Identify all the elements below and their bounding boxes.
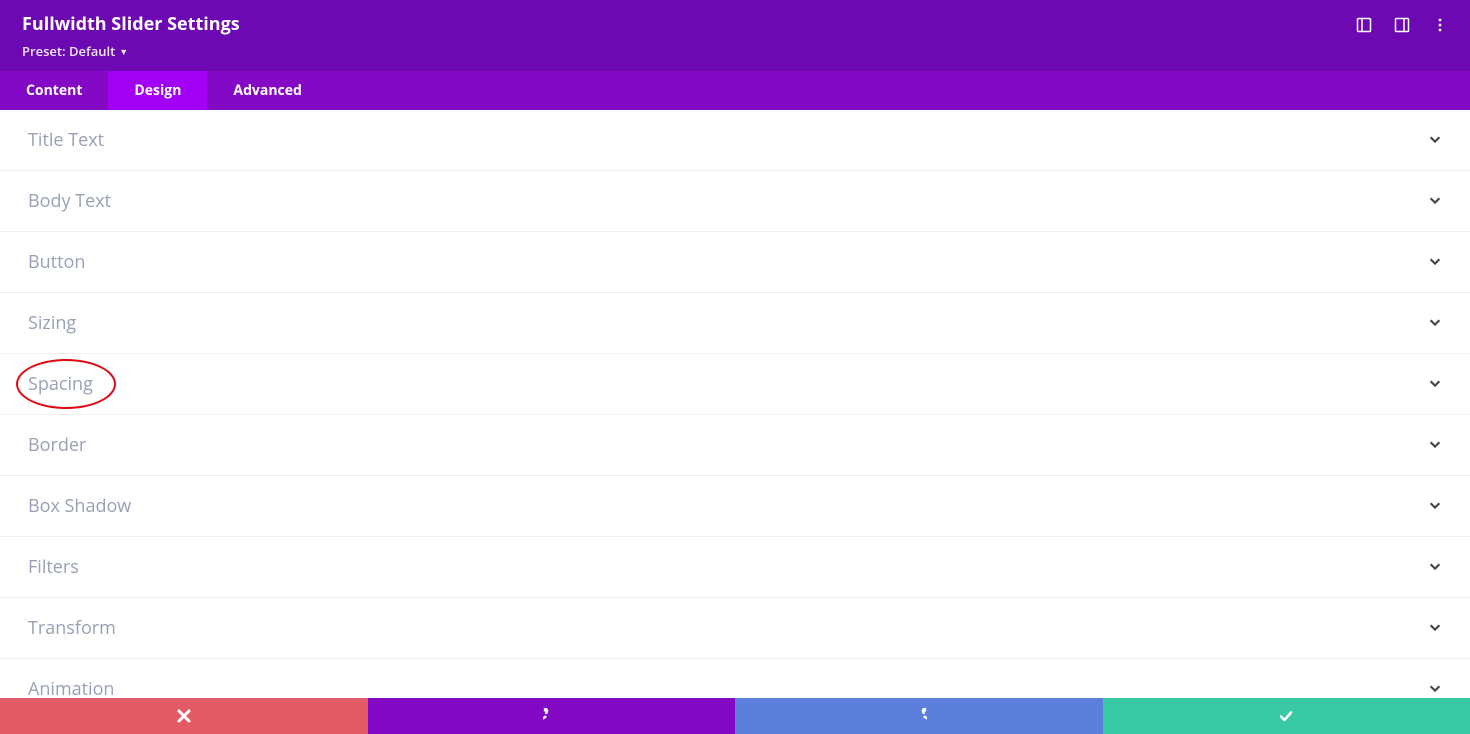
section-box-shadow[interactable]: Box Shadow (0, 476, 1470, 537)
section-label: Sizing (28, 311, 76, 335)
section-label: Button (28, 250, 85, 274)
tab-label: Content (26, 81, 82, 100)
section-label: Title Text (28, 128, 104, 152)
chevron-down-icon (1428, 495, 1442, 517)
section-label: Body Text (28, 189, 111, 213)
section-label: Box Shadow (28, 494, 131, 518)
section-label: Border (28, 433, 86, 457)
chevron-down-icon (1428, 312, 1442, 334)
design-sections-list: Title Text Body Text Button Sizing Spacing Bo… (0, 110, 1470, 699)
section-animation[interactable]: Animation (0, 659, 1470, 699)
section-border[interactable]: Border (0, 415, 1470, 476)
chevron-down-icon (1428, 190, 1442, 212)
settings-title: Fullwidth Slider Settings (22, 13, 240, 36)
settings-header: Fullwidth Slider Settings Preset: Defaul… (0, 0, 1470, 71)
settings-tabs: Content Design Advanced (0, 71, 1470, 110)
chevron-down-icon (1428, 617, 1442, 639)
section-body-text[interactable]: Body Text (0, 171, 1470, 232)
chevron-down-icon (1428, 251, 1442, 273)
section-filters[interactable]: Filters (0, 537, 1470, 598)
settings-footer (0, 698, 1470, 734)
tab-content[interactable]: Content (0, 71, 108, 110)
save-button[interactable] (1103, 698, 1470, 734)
preset-label: Preset: Default (22, 42, 115, 60)
undo-button[interactable] (368, 698, 736, 734)
section-label: Filters (28, 555, 79, 579)
section-transform[interactable]: Transform (0, 598, 1470, 659)
tab-advanced[interactable]: Advanced (207, 71, 327, 110)
save-layout-left-icon[interactable] (1356, 17, 1372, 33)
section-spacing[interactable]: Spacing (0, 354, 1470, 415)
chevron-down-icon (1428, 678, 1442, 699)
save-layout-right-icon[interactable] (1394, 17, 1410, 33)
chevron-down-icon (1428, 373, 1442, 395)
chevron-down-icon (1428, 129, 1442, 151)
preset-dropdown[interactable]: Preset: Default ▼ (22, 42, 240, 60)
more-options-icon[interactable] (1432, 17, 1448, 33)
section-label: Transform (28, 616, 116, 640)
caret-down-icon: ▼ (119, 47, 128, 56)
section-label: Spacing (28, 372, 93, 396)
header-left: Fullwidth Slider Settings Preset: Defaul… (22, 13, 240, 60)
section-title-text[interactable]: Title Text (0, 110, 1470, 171)
section-label: Animation (28, 677, 114, 699)
section-sizing[interactable]: Sizing (0, 293, 1470, 354)
redo-button[interactable] (735, 698, 1103, 734)
tab-design[interactable]: Design (108, 71, 207, 110)
chevron-down-icon (1428, 556, 1442, 578)
cancel-button[interactable] (0, 698, 368, 734)
tab-label: Design (134, 81, 181, 100)
tab-label: Advanced (233, 81, 301, 100)
section-button[interactable]: Button (0, 232, 1470, 293)
header-actions (1356, 17, 1448, 33)
chevron-down-icon (1428, 434, 1442, 456)
